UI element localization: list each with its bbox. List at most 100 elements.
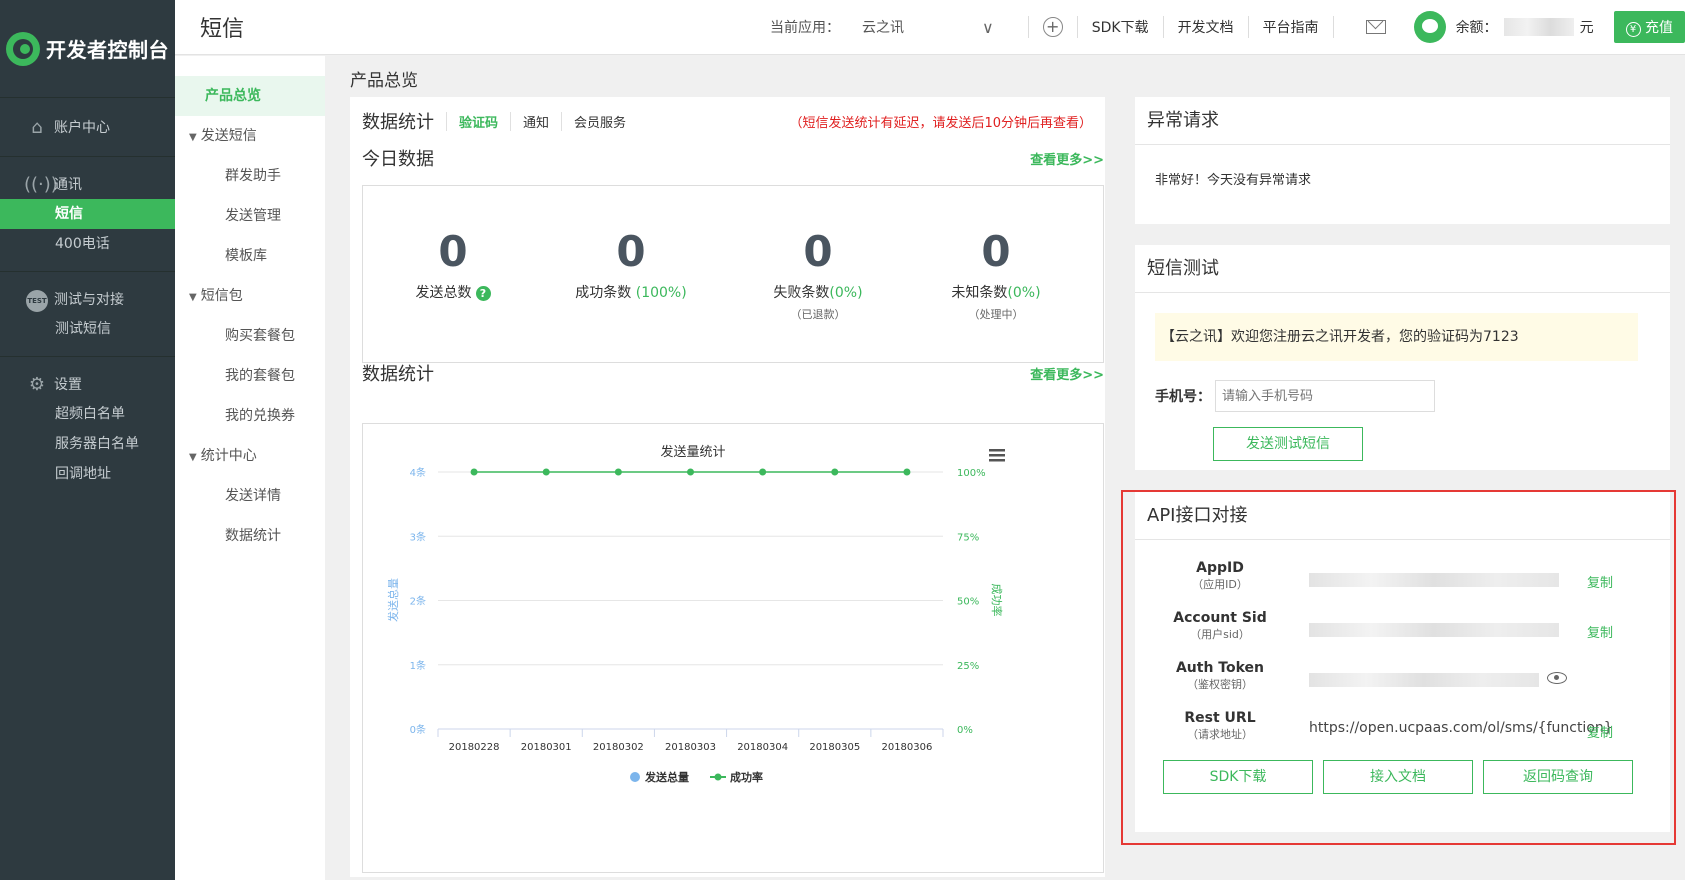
abnormal-title: 异常请求: [1135, 97, 1670, 145]
platform-guide-link[interactable]: 平台指南: [1263, 17, 1319, 37]
tab-notice[interactable]: 通知: [510, 111, 561, 131]
subnav-item[interactable]: 群发助手: [175, 156, 325, 196]
balance-unit: 元: [1579, 20, 1594, 36]
abnormal-panel: 异常请求 非常好！今天没有异常请求: [1135, 97, 1670, 224]
recharge-button[interactable]: ¥ 充值: [1613, 11, 1685, 43]
legend-volume: 发送总量: [644, 770, 689, 784]
sidebar-item-callback[interactable]: 回调地址: [0, 459, 175, 489]
dev-docs-link[interactable]: 开发文档: [1178, 17, 1234, 37]
gear-icon: ⚙: [28, 373, 46, 395]
metric-unknown: 0 未知条数(0%) （处理中）: [951, 227, 1041, 321]
app-select[interactable]: 云之讯: [862, 17, 982, 37]
today-more-link[interactable]: 查看更多>>: [1030, 149, 1104, 168]
sidebar-group-label: 设置: [54, 377, 82, 393]
sidebar-item-400[interactable]: 400电话: [0, 229, 175, 259]
left-tick-label: 1条: [410, 659, 426, 672]
balance-label: 余额：: [1455, 20, 1498, 36]
subnav-group[interactable]: ▼ 短信包: [175, 276, 325, 316]
test-icon: TEST: [24, 287, 50, 312]
tab-verification[interactable]: 验证码: [446, 111, 510, 131]
logo[interactable]: 开发者控制台: [0, 0, 175, 98]
success-rate-point: [614, 468, 622, 476]
success-rate-point: [687, 468, 694, 476]
chart-more-link[interactable]: 查看更多>>: [1030, 364, 1104, 383]
api-highlight-frame: [1121, 490, 1676, 845]
chart-section-title: 数据统计: [362, 364, 434, 385]
category-label: 20180228: [449, 742, 500, 753]
category-label: 20180303: [665, 742, 716, 753]
subnav-group[interactable]: ▼ 统计中心: [175, 436, 325, 476]
product-subnav: 产品总览 ▼ 发送短信 群发助手 发送管理 模板库 ▼ 短信包 购买套餐包 我的套餐包 我的兑换券 ▼…: [175, 56, 325, 880]
sidebar-item-whitelist-server[interactable]: 服务器白名单: [0, 429, 175, 459]
sidebar-item-sms[interactable]: 短信: [0, 199, 175, 229]
app-label: 当前应用：: [769, 20, 840, 36]
success-rate-point: [470, 468, 478, 476]
success-rate-point: [759, 468, 767, 476]
stats-panel: 数据统计 验证码 通知 会员服务 （短信发送统计有延迟，请发送后10分钟后再查看…: [350, 97, 1105, 877]
subnav-item[interactable]: 我的套餐包: [175, 356, 325, 396]
left-tick-label: 0条: [410, 723, 426, 736]
phone-input[interactable]: [1215, 380, 1435, 412]
balance-value-masked: [1503, 18, 1574, 36]
sms-test-title: 短信测试: [1135, 245, 1670, 293]
right-tick-label: 100%: [957, 468, 986, 479]
sidebar-item-test-sms[interactable]: 测试短信: [0, 314, 175, 344]
legend-rate: 成功率: [730, 770, 763, 784]
chart-svg: 发送量统计0条1条2条3条4条0%25%50%75%100%发送总量 成功率201…: [386, 444, 1005, 784]
today-title: 今日数据: [362, 149, 434, 170]
caret-down-icon: ▼: [189, 292, 197, 303]
stats-title: 数据统计: [362, 112, 434, 133]
hamburger-icon: [989, 449, 1005, 452]
avatar[interactable]: [1413, 11, 1446, 43]
sidebar-group-label: 测试与对接: [54, 292, 124, 308]
subnav-item[interactable]: 模板库: [175, 236, 325, 276]
stats-tabs: 数据统计 验证码 通知 会员服务 （短信发送统计有延迟，请发送后10分钟后再查看…: [362, 107, 1092, 135]
category-label: 20180301: [521, 742, 572, 753]
left-tick-label: 4条: [410, 466, 426, 479]
subnav-item[interactable]: 购买套餐包: [175, 316, 325, 356]
hamburger-icon-bar: [989, 459, 1005, 462]
add-icon[interactable]: +: [1042, 17, 1063, 37]
subnav-item[interactable]: 发送详情: [175, 476, 325, 516]
caret-down-icon: ▼: [189, 452, 197, 463]
metric-success: 0 成功条数 (100%): [575, 227, 687, 301]
sidebar-group-settings[interactable]: ⚙ 设置: [0, 369, 175, 399]
sidebar-group-label: 通讯: [54, 177, 82, 193]
send-test-sms-button[interactable]: 发送测试短信: [1213, 427, 1363, 461]
left-tick-label: 2条: [410, 595, 426, 608]
subnav-item[interactable]: 我的兑换券: [175, 396, 325, 436]
chevron-down-icon[interactable]: ∨: [982, 18, 994, 37]
yen-icon: ¥: [1625, 22, 1641, 37]
subnav-group[interactable]: ▼ 发送短信: [175, 116, 325, 156]
top-header: 短信 当前应用： 云之讯 ∨ + SDK下载 开发文档 平台指南 余额： 元 ¥…: [175, 0, 1685, 55]
subnav-item[interactable]: 数据统计: [175, 516, 325, 556]
right-tick-label: 25%: [957, 661, 979, 672]
home-icon: ⌂: [31, 116, 43, 138]
right-axis-label: 成功率: [990, 584, 1004, 617]
chart-title: 发送量统计: [660, 444, 725, 460]
mail-icon[interactable]: [1365, 20, 1386, 34]
category-label: 20180305: [809, 742, 860, 753]
sidebar-group-test[interactable]: TEST 测试与对接: [0, 284, 175, 314]
left-axis-label: 发送总量: [386, 578, 400, 622]
phone-label: 手机号：: [1155, 389, 1211, 405]
left-tick-label: 3条: [410, 530, 426, 543]
subnav-item[interactable]: 发送管理: [175, 196, 325, 236]
sdk-download-link[interactable]: SDK下载: [1092, 17, 1149, 37]
success-rate-point: [542, 468, 550, 476]
help-icon[interactable]: ?: [475, 286, 491, 301]
sidebar-item-account[interactable]: ⌂ 账户中心: [0, 112, 175, 142]
logo-icon: [6, 31, 40, 66]
sidebar-group-comm[interactable]: ((·)) 通讯: [0, 169, 175, 199]
legend-marker-rate: [714, 773, 722, 781]
balance: 余额： 元: [1456, 17, 1594, 37]
category-label: 20180304: [737, 742, 788, 753]
hamburger-icon-bar: [989, 454, 1005, 457]
sidebar-item-whitelist-freq[interactable]: 超频白名单: [0, 399, 175, 429]
antenna-icon: ((·)): [24, 173, 58, 195]
subnav-item[interactable]: 产品总览: [175, 76, 325, 116]
sidebar-item-label: 账户中心: [54, 120, 110, 136]
tab-member[interactable]: 会员服务: [561, 111, 638, 131]
logo-text: 开发者控制台: [46, 38, 169, 62]
page-title: 短信: [200, 17, 245, 42]
